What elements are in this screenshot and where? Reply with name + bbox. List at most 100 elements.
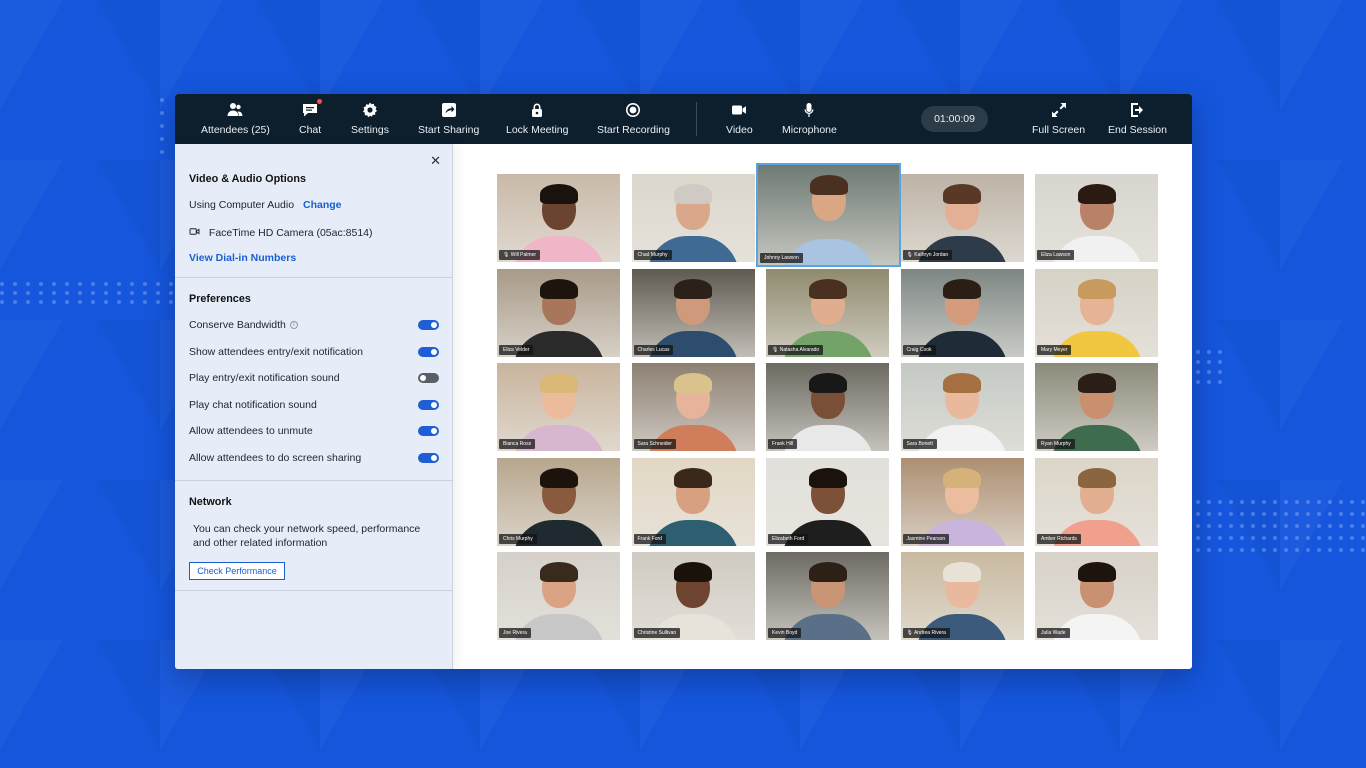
preference-row: Conserve Bandwidth i (189, 319, 298, 331)
participant-tile[interactable]: Julia Wade (1035, 552, 1158, 640)
participant-name: Ryan Murphy (1037, 439, 1075, 449)
start-recording-button[interactable]: Start Recording (597, 94, 670, 144)
preference-row: Allow attendees to unmute (189, 425, 313, 437)
dial-in-link[interactable]: View Dial-in Numbers (189, 252, 296, 264)
computer-audio-label: Using Computer Audio (189, 199, 295, 211)
participant-name: Sara Bonett (902, 439, 937, 449)
check-performance-button[interactable]: Check Performance (189, 562, 285, 580)
participant-name: Chad Murphy (633, 250, 672, 260)
participant-hair (943, 562, 981, 582)
participant-tile[interactable]: 🎙 Natasha Alvarado (766, 268, 889, 357)
participant-name: Eliza Velder (499, 344, 534, 355)
participant-hair (1077, 184, 1116, 204)
decor-dots-left (160, 98, 164, 154)
audio-source-row: Using Computer Audio Change (189, 199, 342, 211)
participant-tile[interactable]: Bianca Ross (497, 363, 620, 451)
participant-hair (943, 278, 981, 299)
end-session-label: End Session (1108, 124, 1167, 136)
participant-hair (674, 278, 712, 299)
gear-icon (362, 102, 377, 118)
preference-toggle[interactable] (418, 452, 439, 463)
participant-tile[interactable]: Kevin Boyd (766, 552, 889, 640)
microphone-label: Microphone (782, 124, 837, 136)
participant-name: 🎙 Natasha Alvarado (768, 344, 824, 355)
settings-panel: ✕ Video & Audio Options Using Computer A… (175, 144, 453, 669)
participant-tile[interactable]: Chad Murphy (631, 174, 755, 262)
participant-tile[interactable]: Eliza Velder (497, 268, 620, 357)
lock-meeting-button[interactable]: Lock Meeting (506, 94, 568, 144)
participant-hair (674, 184, 712, 204)
attendees-icon (227, 103, 243, 116)
toolbar: Attendees (25) Chat Settings Start Shari… (175, 94, 1192, 144)
preferences-title: Preferences (189, 293, 251, 305)
change-audio-link[interactable]: Change (303, 199, 342, 211)
video-camera-icon (732, 105, 747, 115)
section-divider (175, 590, 453, 591)
section-divider (175, 277, 453, 278)
participant-hair (539, 467, 578, 488)
participant-tile[interactable]: Elizabeth Ford (766, 457, 889, 546)
participant-name: Julia Wade (1037, 628, 1070, 638)
start-sharing-button[interactable]: Start Sharing (418, 94, 479, 144)
participant-name: Craig Cook (902, 344, 936, 355)
participant-name: Jasmine Pearson (902, 533, 950, 544)
close-icon[interactable]: ✕ (430, 153, 441, 169)
participant-tile[interactable]: Amber Richards (1035, 457, 1158, 546)
participant-tile[interactable]: Johnny Lawson (756, 163, 901, 267)
participant-name: Amber Richards (1037, 533, 1081, 544)
participant-tile[interactable]: Sara Bonett (900, 363, 1024, 451)
participant-tile[interactable]: Eliza Lawson (1035, 174, 1158, 262)
microphone-icon (804, 103, 814, 117)
participant-tile[interactable]: Christine Sullivan (631, 552, 755, 640)
participant-hair (539, 184, 578, 204)
preference-toggle[interactable] (418, 399, 439, 410)
lock-meeting-label: Lock Meeting (506, 124, 569, 136)
chat-label: Chat (299, 124, 322, 136)
participant-name: 🎙 Andrea Rivera (902, 628, 950, 638)
participant-tile[interactable]: Frank Hill (766, 363, 889, 451)
participant-tile[interactable]: Joe Rivera (497, 552, 620, 640)
info-icon[interactable]: i (289, 321, 298, 330)
participant-name: Frank Ford (633, 533, 666, 544)
participant-name: Joe Rivera (499, 628, 531, 638)
attendees-button[interactable]: Attendees (25) (201, 94, 270, 144)
participant-tile[interactable]: Mary Meyer (1035, 268, 1158, 357)
participant-name: Sara Schneider (633, 439, 676, 449)
participant-tile[interactable]: Charles Lucas (631, 268, 755, 357)
preference-toggle[interactable] (418, 320, 439, 330)
participant-tile[interactable]: Sara Schneider (631, 363, 755, 451)
end-session-button[interactable]: End Session (1108, 94, 1167, 144)
chat-button[interactable]: Chat (299, 94, 323, 144)
participant-tile[interactable]: 🎙 Kathryn Jordan (900, 174, 1024, 262)
preference-toggle[interactable] (418, 426, 439, 436)
meeting-window: Attendees (25) Chat Settings Start Shari… (175, 94, 1192, 669)
lock-icon (532, 103, 543, 117)
participant-hair (809, 175, 848, 195)
decor-dots-right-row (1196, 500, 1365, 552)
preference-toggle[interactable] (418, 373, 439, 383)
participant-tile[interactable]: Frank Ford (631, 457, 755, 546)
participant-tile[interactable]: Craig Cook (900, 268, 1024, 357)
camera-row: FaceTime HD Camera (05ac:8514) (189, 226, 373, 239)
expand-icon (1051, 103, 1066, 117)
microphone-button[interactable]: Microphone (782, 94, 837, 144)
preference-label: Show attendees entry/exit notification (189, 345, 363, 358)
participant-tile[interactable]: Jasmine Pearson (900, 457, 1024, 546)
participant-tile[interactable]: Ryan Murphy (1035, 363, 1158, 451)
participant-name: Charles Lucas (633, 344, 674, 355)
record-icon (626, 103, 641, 117)
participant-hair (674, 562, 712, 582)
preference-label: Allow attendees to unmute (189, 425, 313, 437)
participant-name: Frank Hill (768, 439, 798, 449)
settings-button[interactable]: Settings (351, 94, 389, 144)
video-audio-title: Video & Audio Options (189, 173, 306, 185)
share-screen-icon (441, 103, 456, 117)
video-button[interactable]: Video (726, 94, 753, 144)
participant-tile[interactable]: 🎙 Will Palmer (497, 174, 620, 262)
preference-label: Allow attendees to do screen sharing (189, 451, 362, 464)
participant-tile[interactable]: 🎙 Andrea Rivera (900, 552, 1024, 640)
preference-toggle[interactable] (418, 346, 439, 357)
full-screen-button[interactable]: Full Screen (1032, 94, 1085, 144)
participant-tile[interactable]: Chris Murphy (497, 457, 620, 546)
participant-name: 🎙 Kathryn Jordan (902, 250, 953, 260)
